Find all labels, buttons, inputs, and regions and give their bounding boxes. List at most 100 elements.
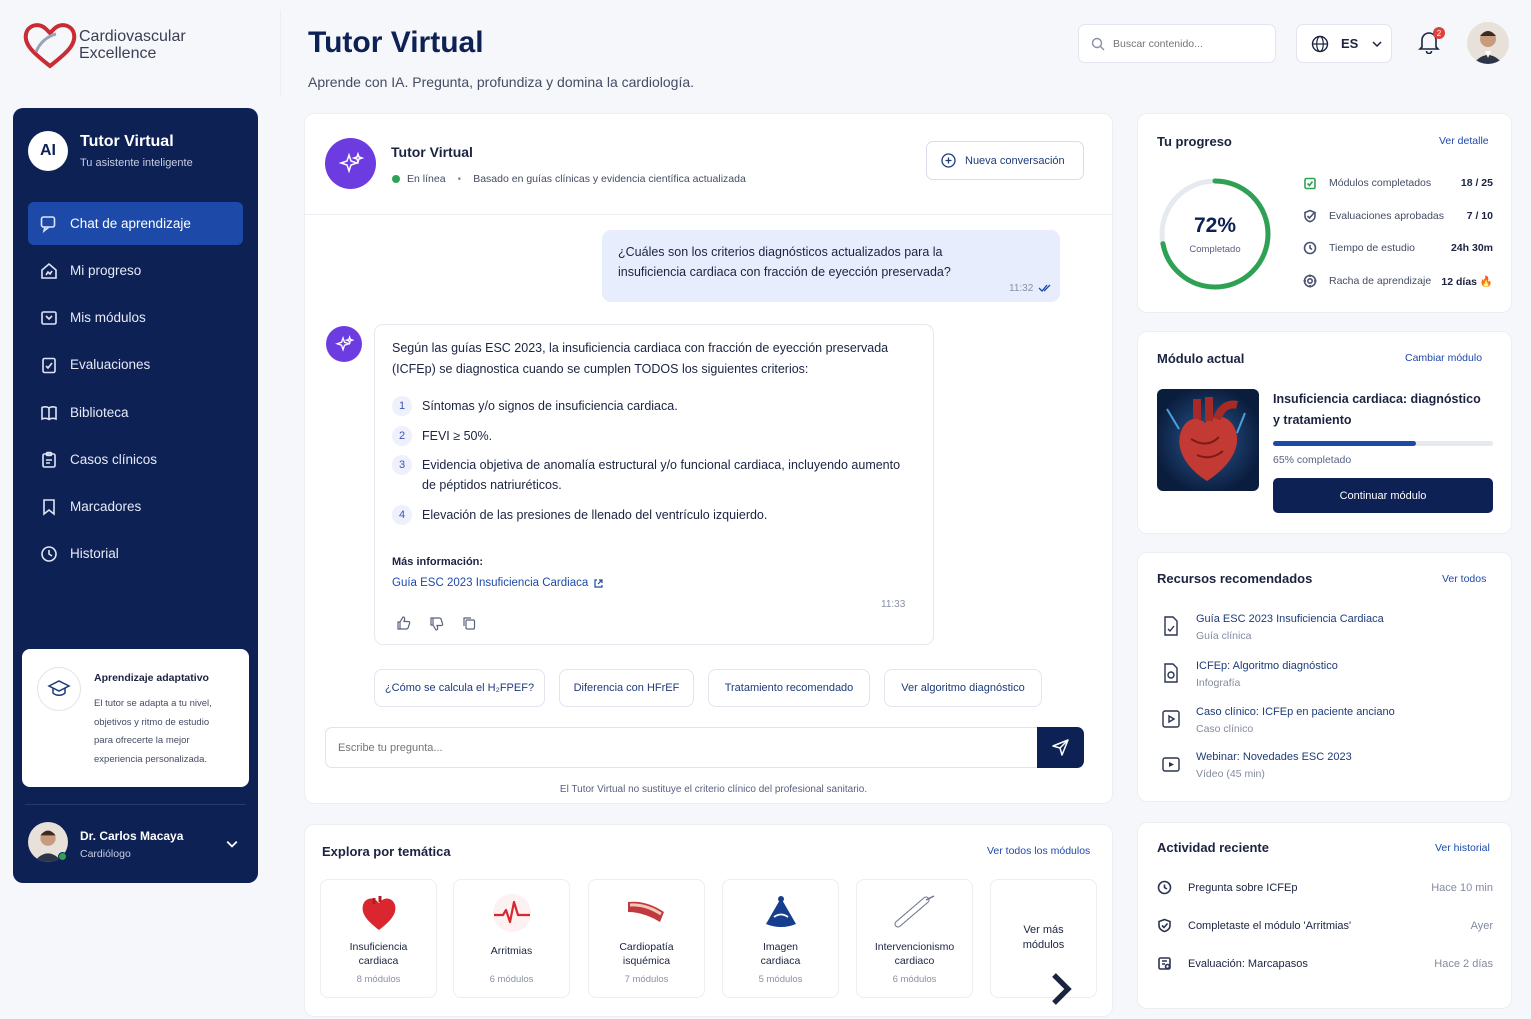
- suggestion-chip[interactable]: Tratamiento recomendado: [708, 669, 870, 707]
- send-button[interactable]: [1037, 727, 1084, 768]
- chevron-down-icon[interactable]: [226, 838, 238, 850]
- stat-value: 7 / 10: [1466, 210, 1493, 222]
- topic-card-imaging[interactable]: Imagen cardiaca 5 módulos: [722, 879, 839, 998]
- topic-count: 6 módulos: [892, 974, 937, 985]
- activity-item[interactable]: Completaste el módulo 'Arritmias' Ayer: [1157, 918, 1493, 933]
- criteria-text: FEVI ≥ 50%.: [422, 429, 493, 443]
- brand-logo[interactable]: Cardiovascular Excellence: [22, 22, 192, 72]
- sidebar-item-label: Evaluaciones: [70, 357, 151, 372]
- sidebar-item-modules[interactable]: Mis módulos: [28, 296, 243, 339]
- resource-title: Webinar: Novedades ESC 2023: [1196, 751, 1352, 763]
- tutor-avatar: AI: [28, 131, 68, 171]
- stent-icon: [894, 895, 935, 928]
- sidebar-item-label: Mi progreso: [70, 263, 142, 278]
- bookmark-icon: [43, 498, 55, 516]
- user-avatar[interactable]: [1467, 22, 1509, 64]
- bot-intro-2: (ICFEp) se diagnostica cuando se cumplen…: [392, 362, 809, 376]
- notifications-button[interactable]: 2: [1418, 27, 1445, 58]
- progress-icon: [41, 262, 57, 279]
- activity-title: Actividad reciente: [1157, 840, 1269, 855]
- resources-title: Recursos recomendados: [1157, 571, 1313, 586]
- status-basis: Basado en guías clínicas y evidencia cie…: [473, 173, 746, 185]
- sidebar-title: Tutor Virtual: [80, 133, 174, 150]
- suggestion-chip[interactable]: Ver algoritmo diagnóstico: [884, 669, 1042, 707]
- sidebar-item-label: Historial: [70, 546, 119, 561]
- resource-item[interactable]: Guía ESC 2023 Insuficiencia Cardiaca Guía…: [1160, 613, 1384, 642]
- progress-percent-label: Completado: [1189, 244, 1241, 255]
- clock-icon: [1303, 241, 1317, 255]
- history-icon: [41, 545, 57, 562]
- user-message: ¿Cuáles son los criterios diagnósticos a…: [602, 230, 1060, 302]
- thumbs-up-icon[interactable]: [396, 616, 411, 631]
- module-progress-text: 65% completado: [1273, 454, 1352, 466]
- suggestion-label: ¿Cómo se calcula el H₂FPEF?: [384, 682, 535, 694]
- topic-card-heart-failure[interactable]: Insuficiencia cardiaca 8 módulos: [320, 879, 437, 998]
- sidebar-item-progress[interactable]: Mi progreso: [28, 249, 243, 292]
- double-check-icon: [1038, 284, 1051, 292]
- sidebar: AI Tutor Virtual Tu asistente inteligent…: [13, 108, 258, 883]
- chat-input-box[interactable]: [325, 727, 1038, 768]
- chat-header-divider: [305, 214, 1112, 215]
- activity-item[interactable]: Pregunta sobre ICFEp Hace 10 min: [1157, 880, 1493, 895]
- resource-item[interactable]: Caso clínico: ICFEp en paciente anciano C…: [1160, 706, 1395, 735]
- topic-name: Insuficiencia cardiaca: [349, 941, 408, 967]
- suggestion-chip[interactable]: ¿Cómo se calcula el H₂FPEF?: [374, 669, 545, 707]
- progress-detail-link[interactable]: Ver detalle: [1439, 135, 1489, 147]
- resources-all-link[interactable]: Ver todos: [1442, 573, 1486, 585]
- resource-title: Caso clínico: ICFEp en paciente anciano: [1196, 706, 1395, 718]
- criteria-text: Elevación de las presiones de llenado de…: [422, 508, 768, 522]
- sidebar-user[interactable]: Dr. Carlos Macaya Cardiólogo: [28, 822, 243, 864]
- clock-icon: [1157, 880, 1172, 895]
- sidebar-item-evaluations[interactable]: Evaluaciones: [28, 343, 243, 386]
- more-info-label: Más información:: [392, 556, 484, 568]
- continue-module-button[interactable]: Continuar módulo: [1273, 478, 1493, 513]
- suggestion-chip[interactable]: Diferencia con HFrEF: [559, 669, 694, 707]
- topic-card-arrhythmias[interactable]: Arritmias 6 módulos: [453, 879, 570, 998]
- topic-card-more[interactable]: Ver más módulos: [990, 879, 1097, 1005]
- activity-item[interactable]: Evaluación: Marcapasos Hace 2 días: [1157, 956, 1493, 971]
- change-module-link[interactable]: Cambiar módulo: [1405, 352, 1482, 364]
- thumbs-down-icon[interactable]: [429, 616, 444, 631]
- bot-message-time: 11:33: [881, 599, 906, 610]
- user-message-line-1: ¿Cuáles son los criterios diagnósticos a…: [618, 245, 943, 259]
- chat-input[interactable]: [338, 741, 1018, 754]
- brand-line1: Cardiovascular: [79, 28, 186, 45]
- resource-title: Guía ESC 2023 Insuficiencia Cardiaca: [1196, 613, 1384, 625]
- suggestion-label: Ver algoritmo diagnóstico: [901, 682, 1025, 694]
- activity-history-link[interactable]: Ver historial: [1435, 842, 1490, 854]
- progress-title: Tu progreso: [1157, 134, 1232, 149]
- stat-label: Módulos completados: [1329, 177, 1432, 189]
- video-icon: [1162, 757, 1180, 772]
- new-conversation-button[interactable]: Nueva conversación: [926, 141, 1084, 180]
- topic-name: Imagen cardiaca: [760, 941, 801, 967]
- copy-icon[interactable]: [462, 616, 476, 630]
- topic-card-interventional[interactable]: Intervencionismo cardiaco 6 módulos: [856, 879, 973, 998]
- language-selector[interactable]: ES: [1296, 24, 1392, 63]
- sidebar-item-library[interactable]: Biblioteca: [28, 391, 243, 434]
- case-file-icon: [1162, 710, 1180, 728]
- online-indicator: [58, 852, 67, 861]
- sidebar-item-label: Biblioteca: [70, 405, 129, 420]
- header-divider: [280, 10, 281, 96]
- sidebar-item-chat[interactable]: Chat de aprendizaje: [28, 202, 243, 245]
- heart-logo-icon: [23, 23, 77, 69]
- sidebar-item-history[interactable]: Historial: [28, 532, 243, 575]
- notification-badge: 2: [1433, 27, 1445, 39]
- resource-item[interactable]: Webinar: Novedades ESC 2023 Vídeo (45 min…: [1160, 751, 1352, 780]
- explore-all-link[interactable]: Ver todos los módulos: [987, 845, 1090, 857]
- more-info-link-text: Guía ESC 2023 Insuficiencia Cardiaca: [392, 577, 589, 589]
- adaptive-text-1: El tutor se adapta a tu nivel,: [94, 698, 212, 709]
- search-icon: [1091, 37, 1105, 50]
- user-role: Cardiólogo: [80, 848, 131, 860]
- module-progress-track: [1273, 441, 1493, 446]
- globe-icon: [1311, 35, 1329, 52]
- search-input[interactable]: [1113, 37, 1263, 50]
- activity-text: Evaluación: Marcapasos: [1188, 957, 1308, 970]
- resource-item[interactable]: ICFEp: Algoritmo diagnóstico Infografía: [1160, 660, 1338, 689]
- criteria-item: 1 Síntomas y/o signos de insuficiencia ca…: [392, 396, 678, 416]
- sidebar-item-cases[interactable]: Casos clínicos: [28, 438, 243, 481]
- more-info-link[interactable]: Guía ESC 2023 Insuficiencia Cardiaca: [392, 577, 604, 589]
- topic-card-ischemic[interactable]: Cardiopatía isquémica 7 módulos: [588, 879, 705, 998]
- sidebar-item-bookmarks[interactable]: Marcadores: [28, 485, 243, 528]
- search-box[interactable]: [1078, 24, 1276, 63]
